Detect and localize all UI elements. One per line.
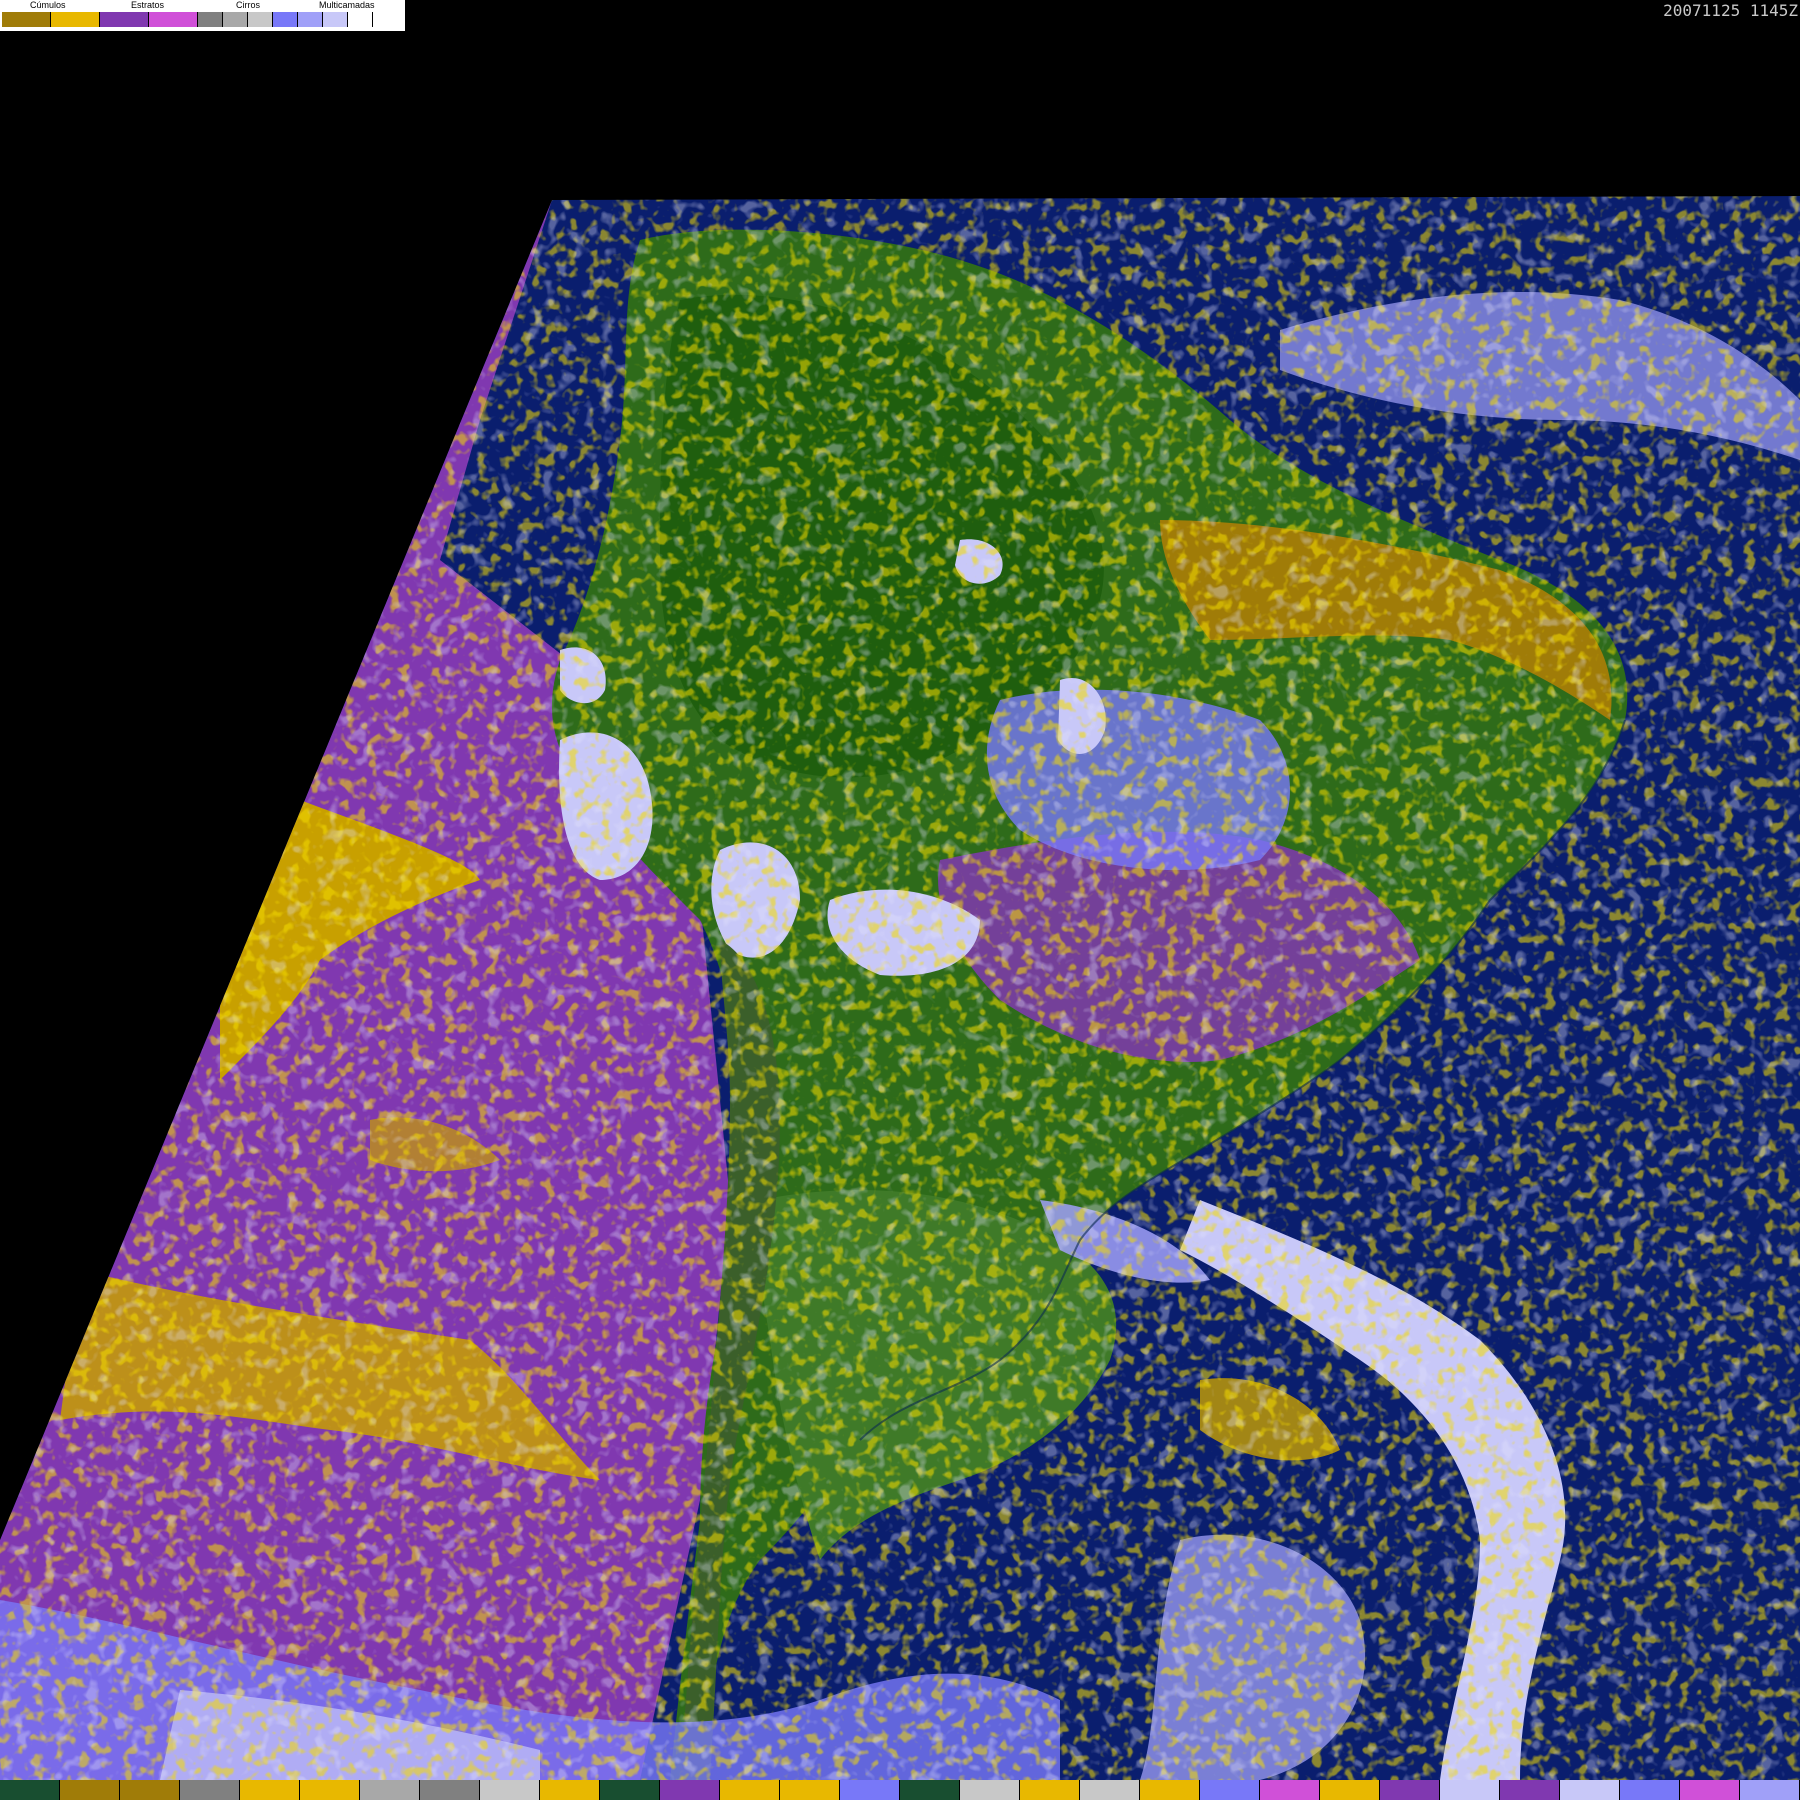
strip-cell <box>360 1780 420 1800</box>
legend-label-multicamadas: Multicamadas <box>319 0 375 10</box>
strip-cell <box>1200 1780 1260 1800</box>
strip-cell <box>1620 1780 1680 1800</box>
strip-cell <box>240 1780 300 1800</box>
cloud-type-legend: Cúmulos Estratos Cirros Multicamadas <box>0 0 405 31</box>
image-timestamp: 20071125 1145Z <box>1663 1 1798 20</box>
strip-cell <box>420 1780 480 1800</box>
legend-label-estratos: Estratos <box>131 0 165 10</box>
legend-swatch <box>2 12 51 27</box>
legend-swatch <box>298 12 323 27</box>
legend-swatch <box>198 12 223 27</box>
legend-swatch <box>273 12 298 27</box>
strip-cell <box>540 1780 600 1800</box>
strip-cell <box>1380 1780 1440 1800</box>
strip-cell <box>960 1780 1020 1800</box>
legend-color-swatches <box>2 12 373 27</box>
strip-cell <box>0 1780 60 1800</box>
strip-cell <box>600 1780 660 1800</box>
strip-cell <box>180 1780 240 1800</box>
multilayer-speckle-texture <box>0 196 1800 1780</box>
strip-cell <box>300 1780 360 1800</box>
strip-cell <box>1500 1780 1560 1800</box>
strip-cell <box>660 1780 720 1800</box>
strip-cell <box>480 1780 540 1800</box>
legend-label-cumulos: Cúmulos <box>30 0 66 10</box>
legend-swatch <box>248 12 273 27</box>
strip-cell <box>60 1780 120 1800</box>
strip-cell <box>1440 1780 1500 1800</box>
strip-cell <box>1140 1780 1200 1800</box>
legend-swatch <box>51 12 100 27</box>
strip-cell <box>1560 1780 1620 1800</box>
strip-cell <box>1320 1780 1380 1800</box>
strip-cell <box>1260 1780 1320 1800</box>
legend-swatch <box>223 12 248 27</box>
strip-cell <box>1680 1780 1740 1800</box>
strip-cell <box>900 1780 960 1800</box>
strip-cell <box>1080 1780 1140 1800</box>
strip-cell <box>840 1780 900 1800</box>
legend-swatch <box>323 12 348 27</box>
cloud-classification-map <box>0 196 1800 1780</box>
bottom-color-strip <box>0 1780 1800 1800</box>
legend-swatch <box>149 12 198 27</box>
strip-cell <box>720 1780 780 1800</box>
satellite-image-viewer: Cúmulos Estratos Cirros Multicamadas 200… <box>0 0 1800 1800</box>
strip-cell <box>120 1780 180 1800</box>
strip-cell <box>1740 1780 1800 1800</box>
strip-cell <box>1020 1780 1080 1800</box>
legend-swatch <box>100 12 149 27</box>
strip-cell <box>780 1780 840 1800</box>
legend-label-cirros: Cirros <box>236 0 260 10</box>
legend-swatch <box>348 12 373 27</box>
